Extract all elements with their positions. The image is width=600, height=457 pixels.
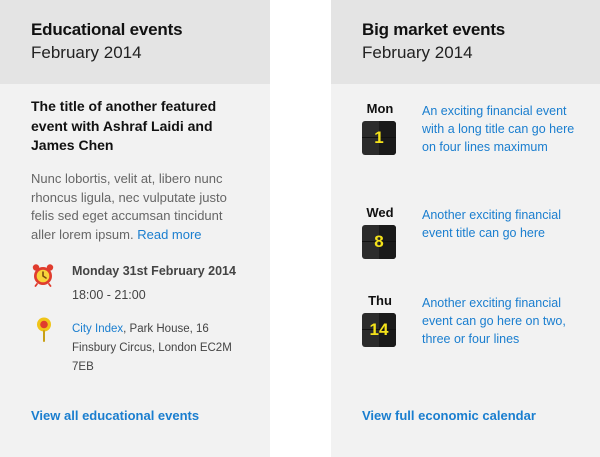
calendar-date: 1	[374, 128, 384, 147]
market-header: Big market events February 2014	[331, 0, 600, 84]
calendar-icon: 14	[362, 313, 396, 347]
educational-subtitle: February 2014	[31, 43, 142, 62]
view-economic-calendar-link[interactable]: View full economic calendar	[362, 408, 536, 423]
alarm-clock-icon	[32, 264, 54, 287]
educational-title: Educational events	[31, 20, 183, 39]
view-all-educational-link[interactable]: View all educational events	[31, 408, 199, 423]
market-event-link[interactable]: Another exciting financial event title c…	[422, 206, 582, 242]
market-events-panel: Big market events February 2014 Mon 1 An…	[331, 0, 600, 457]
event-day: Mon	[366, 101, 394, 116]
featured-event-title[interactable]: The title of another featured event with…	[31, 97, 251, 156]
calendar-icon: 1	[362, 121, 396, 155]
market-event-link[interactable]: Another exciting financial event can go …	[422, 294, 582, 348]
calendar-icon: 8	[362, 225, 396, 259]
calendar-date: 14	[369, 320, 389, 339]
market-title: Big market events	[362, 20, 506, 39]
market-subtitle: February 2014	[362, 43, 473, 62]
event-day: Wed	[366, 205, 394, 220]
location-link[interactable]: City Index	[72, 323, 123, 335]
educational-events-panel: Educational events February 2014 The tit…	[0, 0, 270, 457]
featured-event-description: Nunc lobortis, velit at, libero nunc rho…	[31, 170, 243, 244]
event-date: Monday 31st February 2014	[72, 264, 236, 278]
market-event-link[interactable]: An exciting financial event with a long …	[422, 102, 582, 156]
location-pin-icon	[37, 317, 51, 342]
event-day: Thu	[368, 293, 392, 308]
read-more-link[interactable]: Read more	[137, 227, 201, 242]
educational-header: Educational events February 2014	[0, 0, 270, 84]
calendar-date: 8	[374, 232, 384, 251]
event-location: City Index, Park House, 16 Finsbury Circ…	[72, 320, 242, 377]
event-time: 18:00 - 21:00	[72, 288, 146, 302]
